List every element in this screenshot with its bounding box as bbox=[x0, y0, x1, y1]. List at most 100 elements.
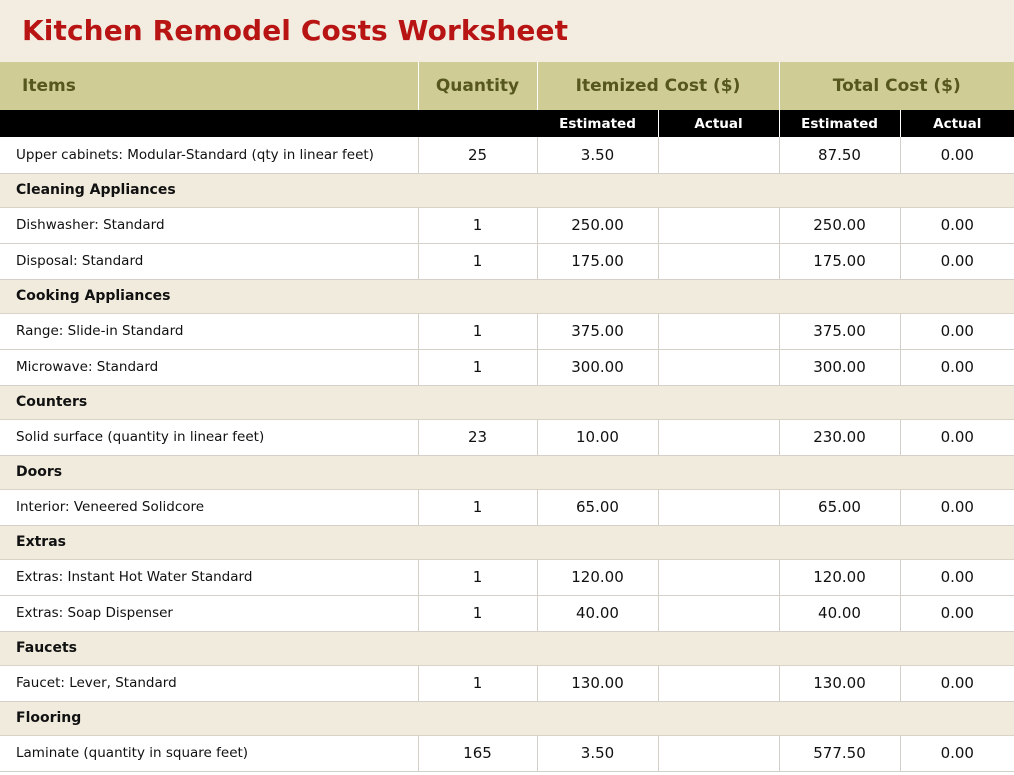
cell-itemized-actual bbox=[658, 595, 780, 632]
cell-item: Solid surface (quantity in linear feet) bbox=[0, 419, 419, 456]
table-row: Extras: Soap Dispenser 1 40.00 40.00 0.00 bbox=[0, 595, 1014, 632]
cell-item: Laminate (quantity in square feet) bbox=[0, 735, 419, 772]
column-header-itemized-cost: Itemized Cost ($) bbox=[537, 62, 780, 110]
table-row: Upper cabinets: Modular-Standard (qty in… bbox=[0, 137, 1014, 174]
cell-itemized-estimated: 10.00 bbox=[537, 419, 659, 456]
cell-item: Interior: Veneered Solidcore bbox=[0, 489, 419, 526]
cell-item: Microwave: Standard bbox=[0, 349, 419, 386]
table-header-sub-row: Estimated Actual Estimated Actual bbox=[0, 110, 1014, 137]
category-row: Doors bbox=[0, 454, 1014, 490]
cell-total-estimated: 230.00 bbox=[779, 419, 901, 456]
cell-quantity: 1 bbox=[418, 595, 538, 632]
cell-itemized-actual bbox=[658, 137, 780, 174]
table-row: Laminate (quantity in square feet) 165 3.5… bbox=[0, 735, 1014, 772]
cell-total-actual: 0.00 bbox=[900, 595, 1014, 632]
table-row: Extras: Instant Hot Water Standard 1 120.0… bbox=[0, 559, 1014, 596]
table-body: Upper cabinets: Modular-Standard (qty in… bbox=[0, 137, 1014, 772]
cell-itemized-estimated: 130.00 bbox=[537, 665, 659, 702]
subheader-itemized-actual: Actual bbox=[658, 110, 780, 137]
cell-total-estimated: 300.00 bbox=[779, 349, 901, 386]
category-row: Faucets bbox=[0, 630, 1014, 666]
cell-item: Extras: Soap Dispenser bbox=[0, 595, 419, 632]
cell-itemized-estimated: 3.50 bbox=[537, 137, 659, 174]
cell-quantity: 23 bbox=[418, 419, 538, 456]
cell-itemized-estimated: 40.00 bbox=[537, 595, 659, 632]
category-label: Counters bbox=[0, 384, 1014, 420]
cell-item: Upper cabinets: Modular-Standard (qty in… bbox=[0, 137, 419, 174]
cell-itemized-estimated: 250.00 bbox=[537, 207, 659, 244]
cell-quantity: 1 bbox=[418, 313, 538, 350]
category-row: Cleaning Appliances bbox=[0, 172, 1014, 208]
table-row: Range: Slide-in Standard 1 375.00 375.00 0.0… bbox=[0, 313, 1014, 350]
cell-itemized-actual bbox=[658, 419, 780, 456]
category-row: Cooking Appliances bbox=[0, 278, 1014, 314]
cell-total-actual: 0.00 bbox=[900, 489, 1014, 526]
title-band: Kitchen Remodel Costs Worksheet bbox=[0, 0, 1014, 62]
cell-quantity: 165 bbox=[418, 735, 538, 772]
cell-item: Range: Slide-in Standard bbox=[0, 313, 419, 350]
subheader-quantity-blank bbox=[418, 110, 538, 137]
costs-worksheet-table: Items Quantity Itemized Cost ($) Total C… bbox=[0, 62, 1014, 772]
cell-itemized-actual bbox=[658, 735, 780, 772]
category-row: Counters bbox=[0, 384, 1014, 420]
table-header: Items Quantity Itemized Cost ($) Total C… bbox=[0, 62, 1014, 137]
cell-itemized-estimated: 65.00 bbox=[537, 489, 659, 526]
subheader-items-blank bbox=[0, 110, 419, 137]
table-row: Dishwasher: Standard 1 250.00 250.00 0.00 bbox=[0, 207, 1014, 244]
cell-item: Dishwasher: Standard bbox=[0, 207, 419, 244]
cell-quantity: 25 bbox=[418, 137, 538, 174]
cell-itemized-actual bbox=[658, 349, 780, 386]
table-row: Microwave: Standard 1 300.00 300.00 0.00 bbox=[0, 349, 1014, 386]
cell-total-estimated: 87.50 bbox=[779, 137, 901, 174]
cell-total-estimated: 120.00 bbox=[779, 559, 901, 596]
category-label: Doors bbox=[0, 454, 1014, 490]
cell-itemized-actual bbox=[658, 665, 780, 702]
cell-itemized-estimated: 120.00 bbox=[537, 559, 659, 596]
table-header-group-row: Items Quantity Itemized Cost ($) Total C… bbox=[0, 62, 1014, 110]
cell-quantity: 1 bbox=[418, 243, 538, 280]
cell-itemized-actual bbox=[658, 207, 780, 244]
table-row: Interior: Veneered Solidcore 1 65.00 65.00 0… bbox=[0, 489, 1014, 526]
cell-item: Disposal: Standard bbox=[0, 243, 419, 280]
subheader-itemized-estimated: Estimated bbox=[537, 110, 659, 137]
cell-total-actual: 0.00 bbox=[900, 349, 1014, 386]
cell-quantity: 1 bbox=[418, 207, 538, 244]
cell-total-estimated: 175.00 bbox=[779, 243, 901, 280]
cell-item: Extras: Instant Hot Water Standard bbox=[0, 559, 419, 596]
table-row: Solid surface (quantity in linear feet) 2… bbox=[0, 419, 1014, 456]
subheader-total-actual: Actual bbox=[900, 110, 1014, 137]
cell-itemized-estimated: 375.00 bbox=[537, 313, 659, 350]
cell-itemized-estimated: 175.00 bbox=[537, 243, 659, 280]
category-row: Extras bbox=[0, 524, 1014, 560]
column-header-quantity: Quantity bbox=[418, 62, 538, 110]
cell-itemized-actual bbox=[658, 313, 780, 350]
cell-itemized-estimated: 300.00 bbox=[537, 349, 659, 386]
cell-total-estimated: 40.00 bbox=[779, 595, 901, 632]
cell-total-actual: 0.00 bbox=[900, 137, 1014, 174]
column-header-total-cost: Total Cost ($) bbox=[779, 62, 1014, 110]
cell-total-estimated: 375.00 bbox=[779, 313, 901, 350]
column-header-items: Items bbox=[0, 62, 419, 110]
category-label: Cleaning Appliances bbox=[0, 172, 1014, 208]
cell-total-estimated: 577.50 bbox=[779, 735, 901, 772]
cell-quantity: 1 bbox=[418, 349, 538, 386]
cell-total-actual: 0.00 bbox=[900, 419, 1014, 456]
cell-total-estimated: 65.00 bbox=[779, 489, 901, 526]
table-row: Faucet: Lever, Standard 1 130.00 130.00 0.00 bbox=[0, 665, 1014, 702]
subheader-total-estimated: Estimated bbox=[779, 110, 901, 137]
category-label: Cooking Appliances bbox=[0, 278, 1014, 314]
cell-itemized-estimated: 3.50 bbox=[537, 735, 659, 772]
cell-itemized-actual bbox=[658, 559, 780, 596]
category-label: Faucets bbox=[0, 630, 1014, 666]
cell-total-actual: 0.00 bbox=[900, 665, 1014, 702]
page-title: Kitchen Remodel Costs Worksheet bbox=[22, 14, 569, 47]
cell-quantity: 1 bbox=[418, 665, 538, 702]
category-label: Flooring bbox=[0, 700, 1014, 736]
cell-total-estimated: 250.00 bbox=[779, 207, 901, 244]
cell-itemized-actual bbox=[658, 243, 780, 280]
cell-quantity: 1 bbox=[418, 489, 538, 526]
cell-total-actual: 0.00 bbox=[900, 207, 1014, 244]
cell-total-actual: 0.00 bbox=[900, 243, 1014, 280]
cell-quantity: 1 bbox=[418, 559, 538, 596]
cell-itemized-actual bbox=[658, 489, 780, 526]
